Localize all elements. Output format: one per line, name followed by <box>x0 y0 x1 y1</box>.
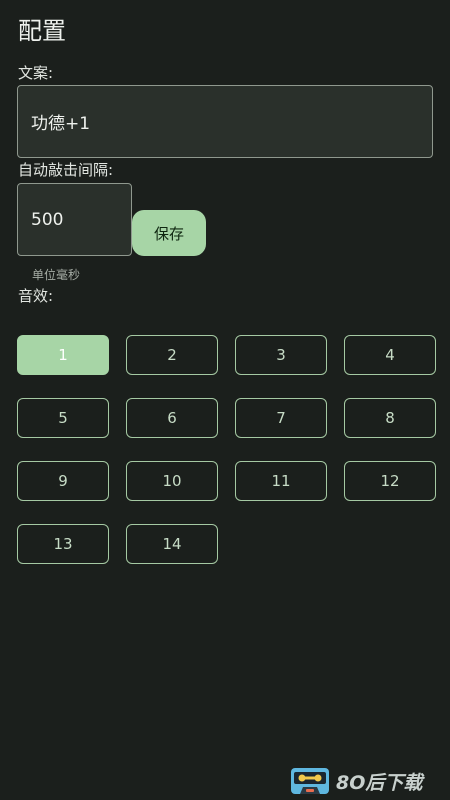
copy-label: 文案: <box>18 64 54 82</box>
sound-label: 音效: <box>18 287 54 305</box>
copy-text-field[interactable]: 功德+1 <box>17 85 433 158</box>
sound-option-3[interactable]: 3 <box>235 335 327 375</box>
watermark-text: 8O后下载 <box>336 771 423 794</box>
watermark: 8O后下载 <box>290 764 450 798</box>
sound-option-6[interactable]: 6 <box>126 398 218 438</box>
sound-options-grid: 1 2 3 4 5 6 7 8 9 10 11 12 13 14 <box>17 335 436 564</box>
interval-helper-text: 单位毫秒 <box>32 268 81 282</box>
sound-option-1[interactable]: 1 <box>17 335 109 375</box>
interval-label: 自动敲击间隔: <box>18 161 114 179</box>
interval-input[interactable]: 500 <box>17 183 132 256</box>
sound-option-11[interactable]: 11 <box>235 461 327 501</box>
sound-option-2[interactable]: 2 <box>126 335 218 375</box>
sound-option-8[interactable]: 8 <box>344 398 436 438</box>
sound-option-5[interactable]: 5 <box>17 398 109 438</box>
page-title: 配置 <box>18 17 66 45</box>
sound-option-12[interactable]: 12 <box>344 461 436 501</box>
sound-option-9[interactable]: 9 <box>17 461 109 501</box>
cassette-icon <box>291 768 329 794</box>
sound-option-10[interactable]: 10 <box>126 461 218 501</box>
sound-option-4[interactable]: 4 <box>344 335 436 375</box>
interval-value: 500 <box>31 209 64 230</box>
sound-option-7[interactable]: 7 <box>235 398 327 438</box>
sound-option-14[interactable]: 14 <box>126 524 218 564</box>
sound-option-13[interactable]: 13 <box>17 524 109 564</box>
save-button[interactable]: 保存 <box>132 210 206 256</box>
copy-text-value: 功德+1 <box>31 114 91 134</box>
